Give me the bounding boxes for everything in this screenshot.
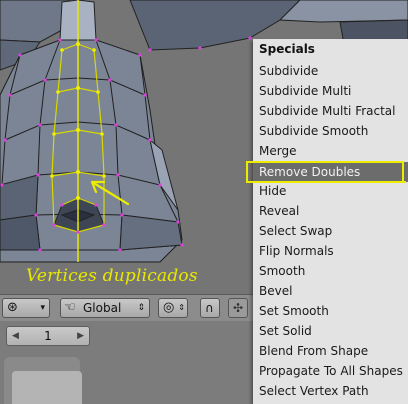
- frame-number-value: 1: [44, 329, 52, 343]
- menu-item-set-solid[interactable]: Set Solid: [253, 321, 408, 341]
- orientation-label: Global: [83, 301, 122, 315]
- menu-item-subdivide-multi-fractal[interactable]: Subdivide Multi Fractal: [253, 101, 408, 121]
- chevron-updown-icon: ⇕: [178, 303, 185, 312]
- highlight-underline-annotation: [246, 181, 406, 183]
- menu-item-bevel[interactable]: Bevel: [253, 281, 408, 301]
- chevron-down-icon: ▾: [40, 303, 45, 313]
- menu-item-reveal[interactable]: Reveal: [253, 201, 408, 221]
- orientation-dropdown[interactable]: ☜ Global ⇕: [60, 298, 150, 318]
- menu-item-set-smooth[interactable]: Set Smooth: [253, 301, 408, 321]
- arrow-right-icon[interactable]: ▶: [77, 327, 84, 345]
- menu-item-select-vertex-path[interactable]: Select Vertex Path: [253, 381, 408, 401]
- snap-button[interactable]: ✣: [228, 298, 248, 318]
- menu-item-smooth[interactable]: Smooth: [253, 261, 408, 281]
- panel-tab: [12, 371, 82, 404]
- pivot-dropdown[interactable]: ⊛ ▾: [2, 298, 50, 318]
- arrow-left-icon[interactable]: ◀: [12, 327, 19, 345]
- menu-item-remove-doubles[interactable]: Remove Doubles: [253, 162, 408, 182]
- menu-item-flip-normals[interactable]: Flip Normals: [253, 241, 408, 261]
- frame-number-field[interactable]: ◀ 1 ▶: [6, 326, 90, 346]
- chevron-updown-icon: ⇕: [137, 303, 145, 313]
- proportional-dropdown[interactable]: ◎ ⇕: [158, 298, 188, 318]
- menu-item-hide[interactable]: Hide: [253, 181, 408, 201]
- menu-item-merge[interactable]: Merge: [253, 141, 408, 161]
- dot-circle-icon: ◎: [163, 300, 175, 315]
- menu-item-subdivide[interactable]: Subdivide: [253, 61, 408, 81]
- magnet-button[interactable]: ∩: [200, 298, 220, 318]
- pivot-icon: ⊛: [7, 300, 18, 315]
- menu-title: Specials: [259, 42, 315, 56]
- menu-item-blend-from-shape[interactable]: Blend From Shape: [253, 341, 408, 361]
- annotation-label: Vertices duplicados: [26, 266, 198, 286]
- specials-menu: Specials Subdivide Subdivide Multi Subdi…: [253, 39, 408, 404]
- hand-icon: ☜: [64, 300, 76, 315]
- menu-item-propagate-to-all-shapes[interactable]: Propagate To All Shapes: [253, 361, 408, 381]
- magnet-icon: ∩: [205, 301, 214, 315]
- menu-item-subdivide-smooth[interactable]: Subdivide Smooth: [253, 121, 408, 141]
- menu-item-select-swap[interactable]: Select Swap: [253, 221, 408, 241]
- snap-icon: ✣: [233, 301, 244, 315]
- menu-item-subdivide-multi[interactable]: Subdivide Multi: [253, 81, 408, 101]
